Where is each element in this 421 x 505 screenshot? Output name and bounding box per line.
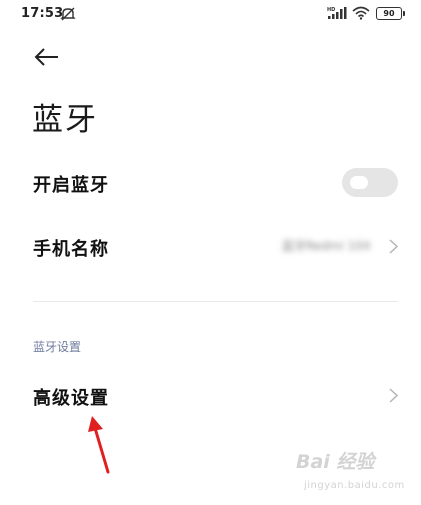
device-name-row[interactable]: 手机名称 蓝牙Redmi 10X <box>0 224 421 268</box>
wifi-icon <box>352 6 370 20</box>
section-divider <box>33 301 398 302</box>
battery-level: 90 <box>383 9 395 18</box>
chevron-right-icon <box>389 239 398 254</box>
bluetooth-toggle-label: 开启蓝牙 <box>33 175 109 196</box>
red-arrow-icon <box>88 416 110 474</box>
notifications-muted-icon <box>60 7 76 21</box>
device-name-value: 蓝牙Redmi 10X <box>281 239 371 253</box>
status-bar: 17:53 HD 90 <box>0 0 421 30</box>
baidu-watermark: Bai 经验 jingyan.baidu.com <box>296 447 406 497</box>
advanced-settings-label: 高级设置 <box>33 388 109 409</box>
bluetooth-toggle-row[interactable]: 开启蓝牙 <box>0 160 421 204</box>
page-title: 蓝牙 <box>32 102 98 138</box>
chevron-right-icon <box>389 388 398 403</box>
watermark-logo: Bai 经验 <box>296 451 375 473</box>
advanced-settings-row[interactable]: 高级设置 <box>0 373 421 417</box>
section-label: 蓝牙设置 <box>33 340 82 354</box>
toggle-knob <box>350 176 368 189</box>
hd-signal-icon: HD <box>327 7 347 19</box>
status-time: 17:53 <box>21 6 64 21</box>
battery-tip <box>403 11 405 16</box>
back-arrow-icon[interactable] <box>28 44 62 70</box>
svg-text:HD: HD <box>327 7 335 13</box>
watermark-url: jingyan.baidu.com <box>304 480 405 491</box>
device-name-label: 手机名称 <box>33 239 109 260</box>
bluetooth-toggle-switch[interactable] <box>342 168 398 197</box>
battery-icon: 90 <box>376 7 405 20</box>
